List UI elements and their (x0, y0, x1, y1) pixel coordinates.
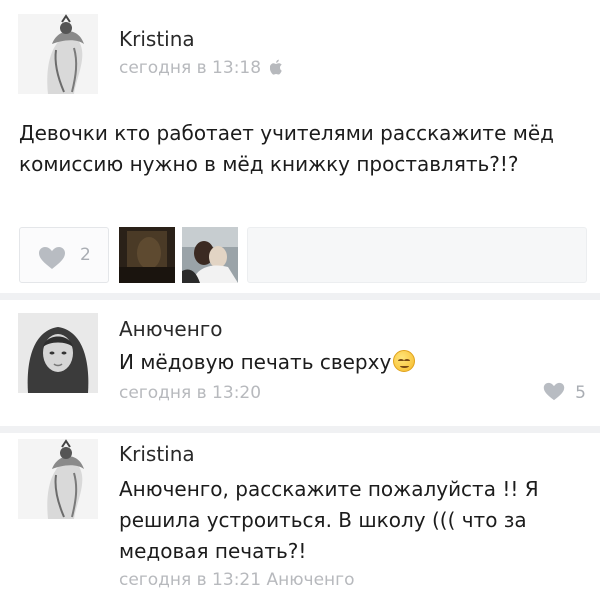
heart-icon (38, 246, 66, 274)
comment-like-button[interactable]: 5 (543, 382, 586, 403)
post-time: сегодня в 13:18 (119, 58, 262, 78)
comment-text: И мёдовую печать сверху (119, 347, 579, 378)
photo-thumbnail-wedding[interactable] (182, 227, 238, 283)
comment-author[interactable]: Kristina (119, 442, 195, 466)
avatar-image (18, 14, 98, 94)
avatar-image (18, 313, 98, 393)
comment-time: сегодня в 13:20 (119, 383, 262, 403)
avatar-image (18, 439, 98, 519)
like-button[interactable]: 2 (19, 227, 109, 283)
comment-text-content: И мёдовую печать сверху (119, 350, 392, 374)
post-card: Kristina сегодня в 13:18 Девочки кто раб… (0, 0, 600, 293)
post-text: Девочки кто работает учителями расскажит… (19, 121, 554, 176)
comment-timestamp: сегодня в 13:21 Анюченго (119, 570, 354, 590)
reply-to-link[interactable]: Анюченго (266, 570, 354, 590)
attachment-area (247, 227, 587, 283)
comment-card: Kristina Анюченго, расскажите пожалуйста… (0, 433, 600, 605)
avatar[interactable] (18, 439, 98, 519)
apple-icon (270, 59, 284, 80)
comment-author[interactable]: Анюченго (119, 317, 223, 341)
comment-card: Анюченго И мёдовую печать сверху сегодня… (0, 300, 600, 426)
post-author[interactable]: Kristina (119, 27, 195, 51)
photo-thumbnail-dark[interactable] (119, 227, 175, 283)
comment-time: сегодня в 13:21 (119, 570, 262, 590)
comment-text: Анюченго, расскажите пожалуйста !! Я реш… (119, 477, 539, 563)
heart-icon (543, 382, 565, 401)
like-count: 2 (80, 245, 91, 265)
avatar[interactable] (18, 14, 98, 94)
post-timestamp: сегодня в 13:18 (119, 58, 284, 80)
comment-like-count: 5 (575, 383, 586, 403)
smiling-face-emoji (393, 350, 416, 372)
avatar[interactable] (18, 313, 98, 393)
